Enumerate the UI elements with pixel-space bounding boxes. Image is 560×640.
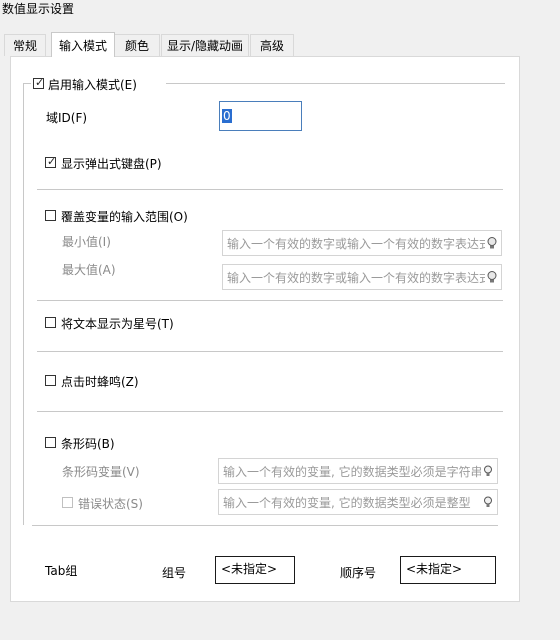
- divider: [37, 351, 503, 352]
- min-value-label: 最小值(I): [62, 235, 111, 249]
- beep-checkbox[interactable]: [45, 375, 56, 386]
- lightbulb-icon[interactable]: [485, 270, 499, 284]
- beep-label: 点击时蜂鸣(Z): [61, 375, 139, 389]
- divider: [37, 300, 503, 301]
- asterisk-label: 将文本显示为星号(T): [61, 317, 174, 331]
- tab-input-mode[interactable]: 输入模式: [51, 32, 115, 57]
- checkmark-icon: ✓: [35, 76, 45, 89]
- tab-advanced[interactable]: 高级: [250, 34, 294, 56]
- field-id-value: 0: [222, 109, 232, 123]
- lightbulb-icon[interactable]: [481, 464, 495, 478]
- tab-show-hide-animation[interactable]: 显示/隐藏动画: [161, 34, 249, 56]
- divider: [32, 525, 498, 526]
- lightbulb-icon[interactable]: [481, 495, 495, 509]
- max-value-placeholder: 输入一个有效的数字或输入一个有效的数字表达式: [227, 270, 485, 285]
- enable-input-mode-label: 启用输入模式(E): [48, 76, 141, 93]
- field-id-label: 域ID(F): [46, 111, 88, 125]
- barcode-variable-placeholder: 输入一个有效的变量, 它的数据类型必须是字符串: [223, 464, 481, 479]
- min-value-placeholder: 输入一个有效的数字或输入一个有效的数字表达式: [227, 236, 485, 251]
- enable-input-mode-checkbox[interactable]: ✓: [33, 76, 45, 89]
- show-keyboard-checkbox[interactable]: ✓: [45, 155, 57, 168]
- asterisk-checkbox[interactable]: [45, 317, 56, 328]
- lightbulb-icon[interactable]: [485, 236, 499, 250]
- barcode-variable-input[interactable]: 输入一个有效的变量, 它的数据类型必须是字符串: [218, 458, 498, 484]
- group-number-field[interactable]: <未指定>: [215, 556, 295, 584]
- max-value-input[interactable]: 输入一个有效的数字或输入一个有效的数字表达式: [222, 264, 502, 290]
- min-value-input[interactable]: 输入一个有效的数字或输入一个有效的数字表达式: [222, 230, 502, 256]
- barcode-checkbox[interactable]: [45, 437, 56, 448]
- divider: [37, 189, 503, 190]
- divider: [37, 411, 503, 412]
- tab-general[interactable]: 常规: [4, 34, 46, 56]
- checkmark-icon: ✓: [47, 155, 57, 168]
- error-state-placeholder: 输入一个有效的变量, 它的数据类型必须是整型: [223, 495, 471, 510]
- groupbox-border-top-right: [166, 83, 505, 84]
- barcode-label: 条形码(B): [61, 437, 115, 451]
- group-number-label: 组号: [162, 566, 187, 580]
- max-value-label: 最大值(A): [62, 263, 116, 277]
- error-state-input[interactable]: 输入一个有效的变量, 它的数据类型必须是整型: [218, 489, 498, 515]
- field-id-input[interactable]: 0: [219, 101, 302, 131]
- tab-group-label: Tab组: [45, 564, 78, 578]
- groupbox-border-left: [23, 83, 24, 525]
- order-number-label: 顺序号: [340, 566, 377, 580]
- window-title: 数值显示设置: [2, 2, 75, 16]
- override-range-checkbox[interactable]: [45, 210, 56, 221]
- groupbox-border-top-left: [23, 83, 31, 84]
- tab-colors[interactable]: 颜色: [114, 34, 160, 56]
- order-number-field[interactable]: <未指定>: [400, 556, 496, 584]
- error-state-checkbox[interactable]: [62, 497, 73, 508]
- barcode-variable-label: 条形码变量(V): [62, 465, 140, 479]
- error-state-label: 错误状态(S): [78, 497, 143, 511]
- override-range-label: 覆盖变量的输入范围(O): [61, 210, 188, 224]
- show-keyboard-label: 显示弹出式键盘(P): [61, 157, 162, 171]
